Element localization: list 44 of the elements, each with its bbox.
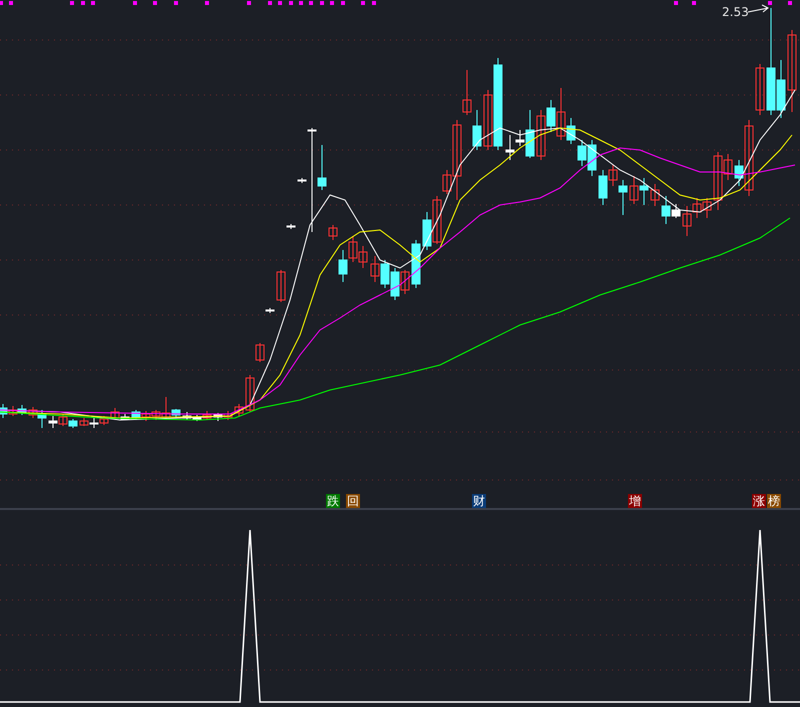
candle — [472, 110, 482, 150]
signal-label: 增 — [628, 494, 642, 508]
candle — [702, 198, 712, 218]
candle — [390, 268, 400, 300]
candle — [80, 418, 88, 426]
candle — [338, 250, 348, 282]
candle — [224, 410, 232, 420]
high-price-label: 2.53 — [722, 5, 749, 19]
candle — [650, 184, 660, 206]
candle — [214, 412, 222, 422]
signal-label: 回 — [346, 494, 360, 508]
candle — [348, 236, 358, 262]
candle — [328, 224, 338, 240]
candle — [370, 256, 380, 282]
candle — [100, 416, 108, 426]
candle — [276, 270, 286, 302]
candle — [202, 410, 212, 420]
candle — [358, 246, 368, 268]
candle — [256, 342, 264, 362]
candle — [630, 176, 638, 204]
signal-label: 跌 — [326, 494, 340, 508]
candle — [58, 414, 68, 426]
candle — [18, 404, 26, 416]
candle — [234, 404, 244, 416]
signal-label: 涨 — [752, 494, 766, 508]
candle — [462, 70, 472, 116]
arrow-icon — [748, 4, 769, 12]
candle — [132, 410, 140, 420]
candle — [90, 418, 98, 428]
candle — [578, 140, 586, 166]
candle — [412, 240, 420, 288]
candle — [8, 406, 18, 416]
candle — [400, 270, 410, 294]
candle — [380, 260, 390, 288]
candle — [246, 374, 254, 412]
candle — [588, 140, 596, 176]
candle — [422, 212, 432, 250]
candle — [48, 416, 58, 428]
signal-label: 财 — [472, 494, 486, 508]
candle — [142, 410, 150, 422]
candle — [756, 64, 764, 116]
candle — [68, 418, 78, 428]
candle — [640, 178, 648, 206]
signal-label: 榜 — [767, 494, 781, 508]
